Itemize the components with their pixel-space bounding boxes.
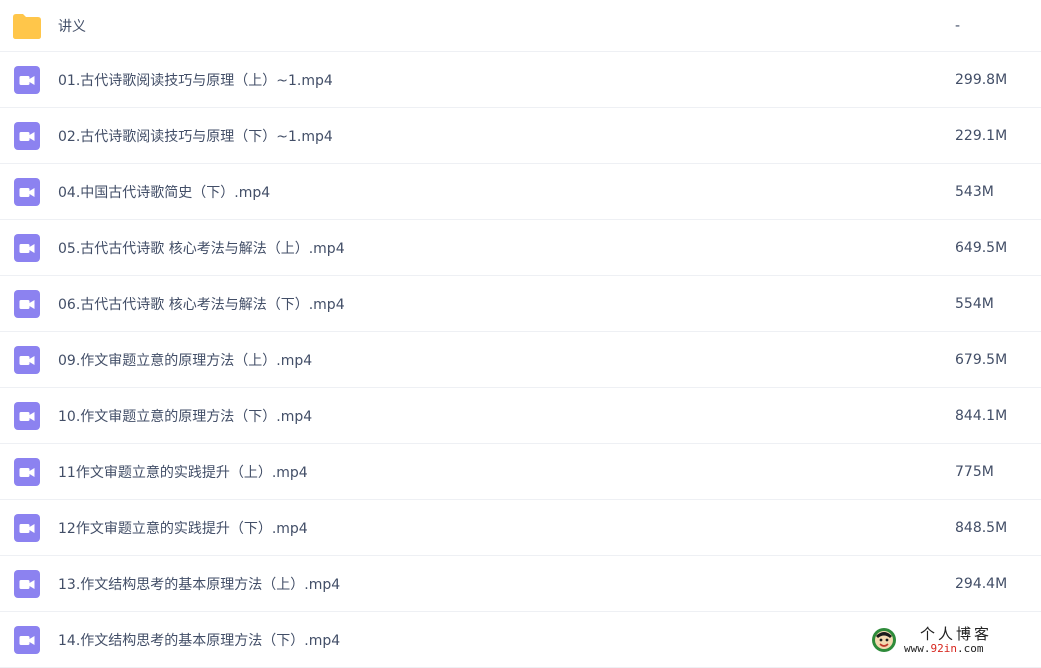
video-file-icon [12,289,42,319]
file-row[interactable]: 10.作文审题立意的原理方法（下）.mp4 844.1M [0,388,1041,444]
file-row[interactable]: 13.作文结构思考的基本原理方法（上）.mp4 294.4M [0,556,1041,612]
watermark-url: www.92in.com [904,642,984,655]
file-size: 775M [955,463,994,480]
video-file-icon [12,401,42,431]
video-file-icon [12,65,42,95]
video-file-icon [12,457,42,487]
file-name[interactable]: 13.作文结构思考的基本原理方法（上）.mp4 [58,574,340,594]
file-size: - [955,17,961,34]
folder-row[interactable]: 讲义 - [0,0,1041,52]
file-row[interactable]: 04.中国古代诗歌简史（下）.mp4 543M [0,164,1041,220]
file-name[interactable]: 12作文审题立意的实践提升（下）.mp4 [58,518,308,538]
video-file-icon [12,121,42,151]
file-name[interactable]: 06.古代古代诗歌 核心考法与解法（下）.mp4 [58,294,345,314]
video-file-icon [12,233,42,263]
video-file-icon [12,177,42,207]
file-row[interactable]: 12作文审题立意的实践提升（下）.mp4 848.5M [0,500,1041,556]
file-row[interactable]: 06.古代古代诗歌 核心考法与解法（下）.mp4 554M [0,276,1041,332]
file-size: 299.8M [955,71,1008,88]
file-row[interactable]: 02.古代诗歌阅读技巧与原理（下）~1.mp4 229.1M [0,108,1041,164]
blog-watermark: 个人博客 www.92in.com [868,622,1038,660]
watermark-title: 个人博客 [920,625,993,643]
watermark-logo-icon [872,628,896,652]
video-file-icon [12,569,42,599]
file-row[interactable]: 09.作文审题立意的原理方法（上）.mp4 679.5M [0,332,1041,388]
file-name[interactable]: 14.作文结构思考的基本原理方法（下）.mp4 [58,630,340,650]
file-name[interactable]: 05.古代古代诗歌 核心考法与解法（上）.mp4 [58,238,345,258]
file-size: 649.5M [955,239,1008,256]
video-file-icon [12,625,42,655]
file-row[interactable]: 01.古代诗歌阅读技巧与原理（上）~1.mp4 299.8M [0,52,1041,108]
file-name[interactable]: 09.作文审题立意的原理方法（上）.mp4 [58,350,312,370]
file-list: 讲义 - 01.古代诗歌阅读技巧与原理（上）~1.mp4 299.8M 02.古代诗歌阅… [0,0,1041,668]
file-name[interactable]: 讲义 [58,16,86,36]
file-size: 543M [955,183,994,200]
file-row[interactable]: 05.古代古代诗歌 核心考法与解法（上）.mp4 649.5M [0,220,1041,276]
file-size: 229.1M [955,127,1008,144]
file-name[interactable]: 01.古代诗歌阅读技巧与原理（上）~1.mp4 [58,70,333,90]
folder-icon [12,11,42,41]
file-size: 844.1M [955,407,1008,424]
file-name[interactable]: 02.古代诗歌阅读技巧与原理（下）~1.mp4 [58,126,333,146]
file-size: 294.4M [955,575,1008,592]
file-name[interactable]: 10.作文审题立意的原理方法（下）.mp4 [58,406,312,426]
video-file-icon [12,513,42,543]
file-name[interactable]: 11作文审题立意的实践提升（上）.mp4 [58,462,308,482]
file-size: 554M [955,295,994,312]
video-file-icon [12,345,42,375]
file-size: 848.5M [955,519,1008,536]
file-size: 679.5M [955,351,1008,368]
file-name[interactable]: 04.中国古代诗歌简史（下）.mp4 [58,182,270,202]
file-row[interactable]: 11作文审题立意的实践提升（上）.mp4 775M [0,444,1041,500]
